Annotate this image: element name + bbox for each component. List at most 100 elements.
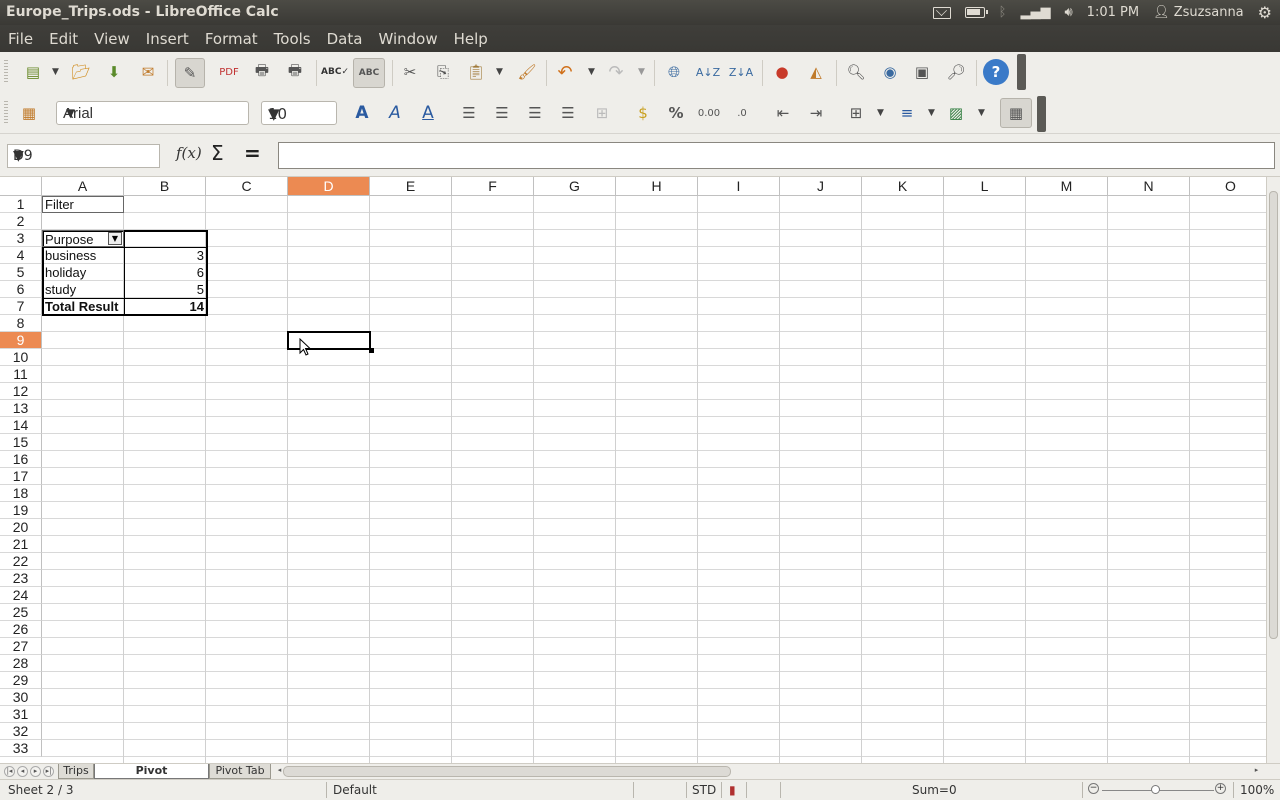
- bold-icon[interactable]: A: [349, 100, 375, 126]
- row-header[interactable]: 30: [0, 689, 42, 706]
- scroll-right-icon[interactable]: ▸: [1251, 766, 1262, 777]
- align-left-icon[interactable]: ☰: [456, 100, 482, 126]
- function-wizard-icon[interactable]: f(x): [176, 144, 202, 162]
- row-header[interactable]: 17: [0, 468, 42, 485]
- justify-icon[interactable]: ☰: [555, 100, 581, 126]
- delete-decimal-icon[interactable]: .0: [729, 100, 755, 126]
- new-icon[interactable]: ▤: [20, 59, 46, 85]
- scroll-left-icon[interactable]: ◂: [274, 766, 285, 777]
- percent-icon[interactable]: %: [663, 100, 689, 126]
- decrease-indent-icon[interactable]: ⇤: [770, 100, 796, 126]
- column-header[interactable]: O: [1190, 177, 1266, 196]
- row-header[interactable]: 33: [0, 740, 42, 757]
- vertical-scrollbar[interactable]: [1266, 177, 1280, 763]
- row-header[interactable]: 28: [0, 655, 42, 672]
- last-sheet-icon[interactable]: ▸|: [43, 766, 54, 777]
- grid-lines-icon[interactable]: ▦: [1000, 98, 1032, 128]
- row-header[interactable]: 32: [0, 723, 42, 740]
- row-header[interactable]: 23: [0, 570, 42, 587]
- network-icon[interactable]: ▂▄▆: [1020, 5, 1050, 20]
- cell-area[interactable]: Filter Purpose ▼ business 3 holiday 6 st…: [42, 196, 1266, 763]
- pivot-filter-label[interactable]: Filter: [43, 196, 123, 213]
- column-header[interactable]: D: [288, 177, 370, 196]
- border-style-dropdown-icon[interactable]: ▼: [928, 108, 935, 118]
- pivot-row-label[interactable]: holiday: [43, 264, 123, 281]
- redo-dropdown-icon[interactable]: ▼: [638, 67, 645, 77]
- user-menu[interactable]: 👤︎ Zsuzsanna: [1153, 5, 1244, 20]
- border-style-icon[interactable]: ≡: [894, 100, 920, 126]
- formula-input[interactable]: [278, 142, 1275, 169]
- hyperlink-icon[interactable]: 🌐︎: [661, 59, 687, 85]
- menu-help[interactable]: Help: [446, 30, 496, 48]
- pivot-row-value[interactable]: 6: [124, 264, 206, 281]
- zoom-out-icon[interactable]: −: [1088, 783, 1099, 794]
- row-header[interactable]: 11: [0, 366, 42, 383]
- save-icon[interactable]: ⬇: [101, 59, 127, 85]
- sort-ascending-icon[interactable]: A↓Z: [695, 59, 721, 85]
- row-header[interactable]: 15: [0, 434, 42, 451]
- increase-indent-icon[interactable]: ⇥: [803, 100, 829, 126]
- document-modified-icon[interactable]: ▮: [729, 783, 736, 797]
- pivot-row-value[interactable]: 5: [124, 281, 206, 298]
- underline-icon[interactable]: A: [415, 100, 441, 126]
- battery-icon[interactable]: [964, 7, 988, 18]
- background-color-dropdown-icon[interactable]: ▼: [978, 108, 985, 118]
- menu-view[interactable]: View: [86, 30, 138, 48]
- toolbar-grip[interactable]: [4, 101, 8, 125]
- undo-icon[interactable]: ↶: [552, 59, 578, 85]
- row-header[interactable]: 12: [0, 383, 42, 400]
- pivot-field-dropdown-icon[interactable]: ▼: [108, 232, 122, 245]
- redo-icon[interactable]: ↷: [603, 59, 629, 85]
- pivot-total-value[interactable]: 14: [124, 298, 206, 315]
- zoom-in-icon[interactable]: +: [1215, 783, 1226, 794]
- row-header[interactable]: 31: [0, 706, 42, 723]
- zoom-slider-knob[interactable]: [1151, 785, 1160, 794]
- email-icon[interactable]: ✉: [135, 59, 161, 85]
- bluetooth-icon[interactable]: ᛒ: [999, 5, 1007, 20]
- next-sheet-icon[interactable]: ▸: [30, 766, 41, 777]
- menu-tools[interactable]: Tools: [266, 30, 319, 48]
- sheet-tab[interactable]: Pivot Tab: [209, 764, 271, 779]
- column-header[interactable]: J: [780, 177, 862, 196]
- toolbar-overflow[interactable]: [1017, 54, 1026, 90]
- navigator-icon[interactable]: ◉: [877, 59, 903, 85]
- spellcheck-icon[interactable]: ABC✓: [321, 59, 349, 85]
- row-header[interactable]: 18: [0, 485, 42, 502]
- row-header[interactable]: 29: [0, 672, 42, 689]
- sum-readout[interactable]: Sum=0: [912, 783, 957, 797]
- row-header[interactable]: 16: [0, 451, 42, 468]
- column-header[interactable]: N: [1108, 177, 1190, 196]
- page-style[interactable]: Default: [333, 783, 377, 797]
- edit-file-icon[interactable]: ✎: [175, 58, 205, 88]
- clock[interactable]: 1:01 PM: [1087, 5, 1139, 20]
- menu-file[interactable]: File: [0, 30, 41, 48]
- paste-dropdown-icon[interactable]: ▼: [496, 67, 503, 77]
- menu-insert[interactable]: Insert: [138, 30, 197, 48]
- menu-edit[interactable]: Edit: [41, 30, 86, 48]
- row-header[interactable]: 14: [0, 417, 42, 434]
- row-header[interactable]: 8: [0, 315, 42, 332]
- copy-icon[interactable]: ⎘: [430, 59, 456, 85]
- row-header[interactable]: 2: [0, 213, 42, 230]
- autospell-icon[interactable]: ABC: [353, 58, 385, 88]
- row-header[interactable]: 19: [0, 502, 42, 519]
- sort-descending-icon[interactable]: Z↓A: [728, 59, 754, 85]
- row-header[interactable]: 25: [0, 604, 42, 621]
- column-header[interactable]: A: [42, 177, 124, 196]
- draw-functions-icon[interactable]: ◭: [803, 59, 829, 85]
- background-color-icon[interactable]: ▨: [943, 100, 969, 126]
- row-header[interactable]: 20: [0, 519, 42, 536]
- row-header[interactable]: 6: [0, 281, 42, 298]
- column-header[interactable]: M: [1026, 177, 1108, 196]
- merge-cells-icon[interactable]: ⊞: [589, 100, 615, 126]
- row-header[interactable]: 4: [0, 247, 42, 264]
- export-pdf-icon[interactable]: PDF: [216, 59, 242, 85]
- print-icon[interactable]: 🖶︎: [249, 59, 275, 85]
- fill-handle[interactable]: [369, 348, 374, 353]
- undo-dropdown-icon[interactable]: ▼: [588, 67, 595, 77]
- select-all-corner[interactable]: [0, 177, 42, 196]
- menu-format[interactable]: Format: [197, 30, 266, 48]
- first-sheet-icon[interactable]: |◂: [4, 766, 15, 777]
- row-header[interactable]: 10: [0, 349, 42, 366]
- row-header[interactable]: 3: [0, 230, 42, 247]
